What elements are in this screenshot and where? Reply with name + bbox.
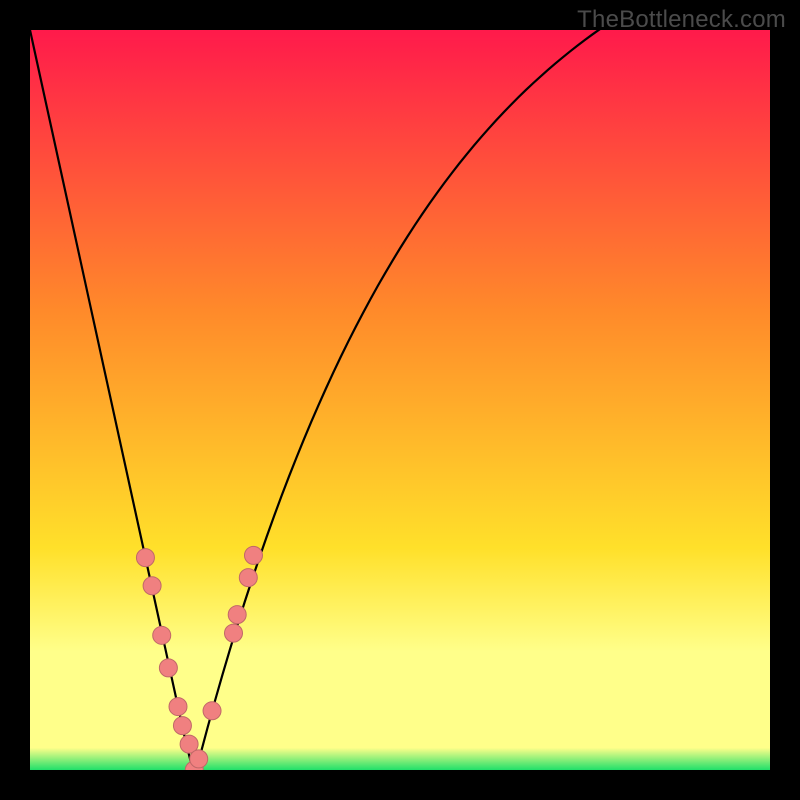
curve-marker (159, 659, 177, 677)
curve-marker (153, 626, 171, 644)
curve-marker (228, 606, 246, 624)
plot-area (30, 30, 770, 770)
chart-svg (30, 30, 770, 770)
curve-marker (203, 702, 221, 720)
curve-marker (244, 546, 262, 564)
curve-marker (190, 750, 208, 768)
watermark-text: TheBottleneck.com (577, 6, 786, 34)
curve-marker (169, 698, 187, 716)
outer-frame: TheBottleneck.com (0, 0, 800, 800)
curve-marker (143, 577, 161, 595)
curve-marker (225, 624, 243, 642)
curve-marker (173, 717, 191, 735)
gradient-background (30, 30, 770, 770)
curve-marker (239, 569, 257, 587)
curve-marker (136, 549, 154, 567)
